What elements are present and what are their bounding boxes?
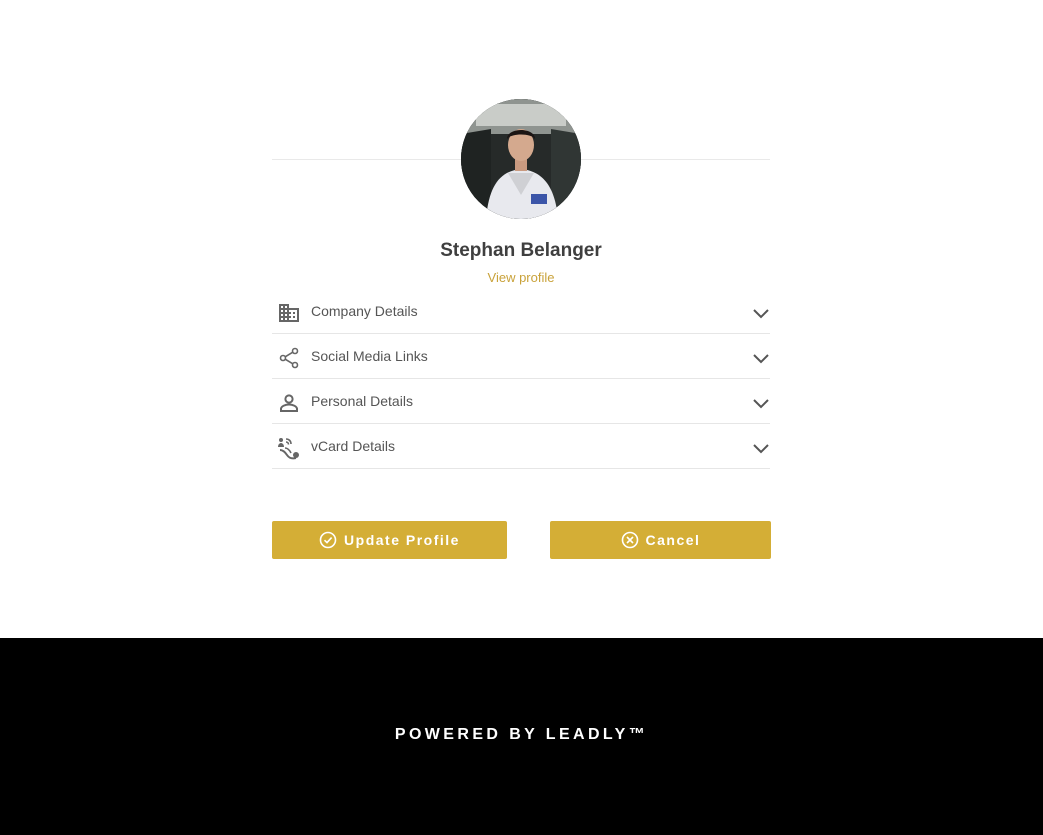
- chevron-down-icon[interactable]: [752, 394, 770, 412]
- accordion-label: Company Details: [311, 303, 418, 319]
- details-accordion: Company Details Social Media Links Perso…: [272, 289, 770, 469]
- person-icon: [280, 394, 298, 412]
- check-circle-icon: [319, 531, 337, 549]
- accordion-label: Personal Details: [311, 393, 413, 409]
- footer-powered-by: POWERED BY LEADLY™: [394, 726, 649, 743]
- chevron-down-icon[interactable]: [752, 349, 770, 367]
- chevron-down-icon[interactable]: [752, 304, 770, 322]
- cancel-button[interactable]: Cancel: [550, 521, 771, 559]
- accordion-label: vCard Details: [311, 438, 396, 454]
- profile-name: Stephan Belanger: [440, 240, 602, 261]
- accordion-social-media-links[interactable]: Social Media Links: [272, 334, 770, 379]
- building-icon: [279, 304, 299, 322]
- view-profile-link[interactable]: View profile: [272, 270, 770, 285]
- update-profile-label: Update Profile: [344, 532, 460, 548]
- chevron-down-icon[interactable]: [752, 439, 770, 457]
- accordion-label: Social Media Links: [311, 348, 428, 364]
- share-icon: [279, 347, 299, 369]
- contact-wireless-icon: [278, 438, 299, 460]
- close-circle-icon: [621, 531, 638, 549]
- profile-page: Stephan Belanger View profile Company De…: [0, 0, 1043, 835]
- avatar: [461, 99, 581, 219]
- footer: POWERED BY LEADLY™: [0, 638, 1043, 835]
- accordion-personal-details[interactable]: Personal Details: [272, 379, 770, 424]
- accordion-vcard-details[interactable]: vCard Details: [272, 424, 770, 469]
- cancel-label: Cancel: [645, 532, 701, 548]
- accordion-company-details[interactable]: Company Details: [272, 289, 770, 334]
- update-profile-button[interactable]: Update Profile: [272, 521, 507, 559]
